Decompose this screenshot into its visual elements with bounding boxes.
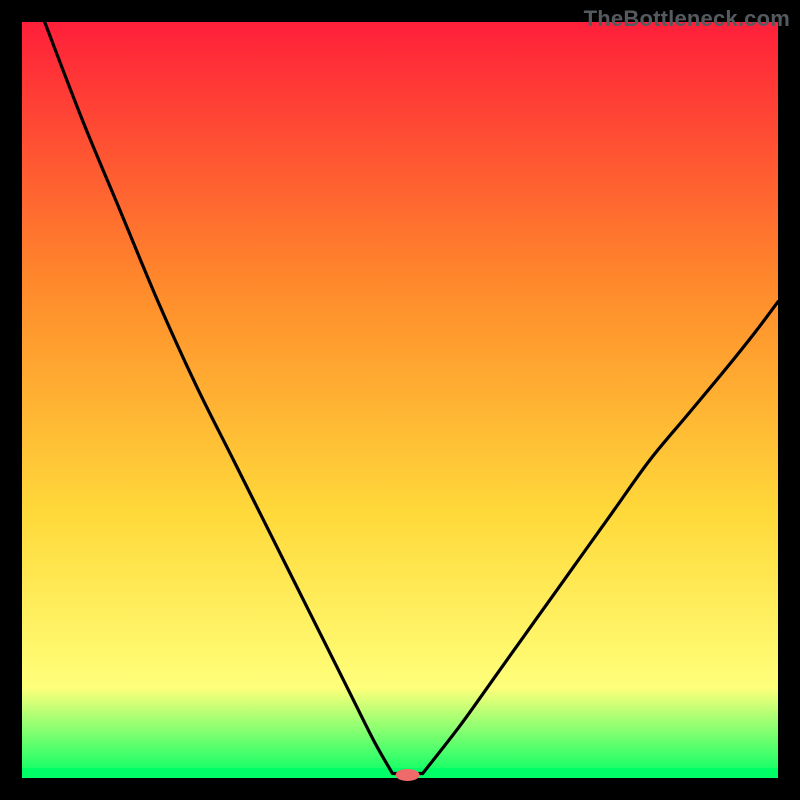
watermark-text: TheBottleneck.com — [584, 6, 790, 32]
chart-stage: TheBottleneck.com — [0, 0, 800, 800]
gradient-background — [22, 22, 778, 778]
chart-svg — [0, 0, 800, 800]
optimum-marker — [396, 769, 420, 781]
